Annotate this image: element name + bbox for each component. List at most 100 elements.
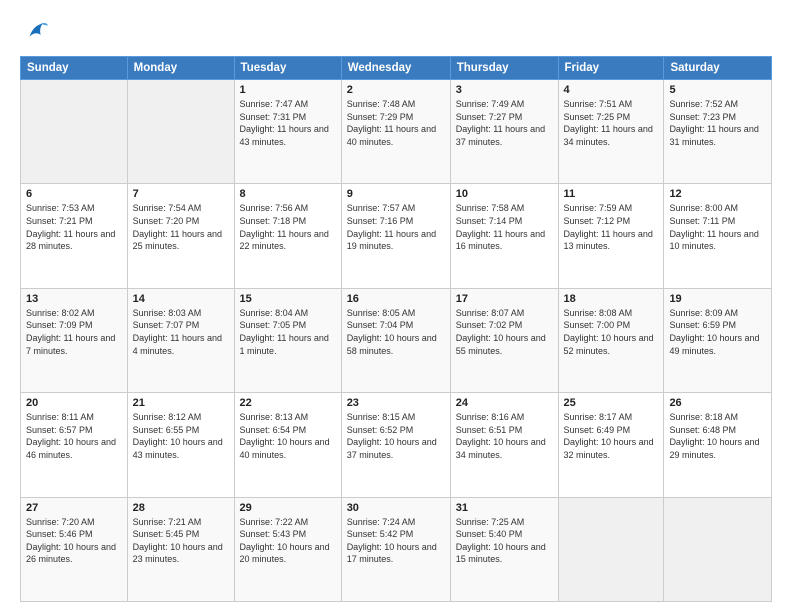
weekday-tuesday: Tuesday bbox=[234, 57, 341, 80]
calendar-cell: 24 Sunrise: 8:16 AMSunset: 6:51 PMDayligh… bbox=[450, 393, 558, 497]
calendar-cell: 21 Sunrise: 8:12 AMSunset: 6:55 PMDayligh… bbox=[127, 393, 234, 497]
calendar-cell: 15 Sunrise: 8:04 AMSunset: 7:05 PMDayligh… bbox=[234, 288, 341, 392]
day-number: 6 bbox=[26, 188, 122, 200]
calendar-cell: 10Sunrise: 7:58 AMSunset: 7:14 PMDayligh… bbox=[450, 184, 558, 288]
day-number: 16 bbox=[347, 293, 445, 305]
day-number: 30 bbox=[347, 502, 445, 514]
day-info: Sunrise: 7:53 AMSunset: 7:21 PMDaylight:… bbox=[26, 202, 122, 252]
calendar-cell: 25 Sunrise: 8:17 AMSunset: 6:49 PMDayligh… bbox=[558, 393, 664, 497]
day-number: 4 bbox=[564, 84, 659, 96]
weekday-monday: Monday bbox=[127, 57, 234, 80]
logo bbox=[20, 18, 50, 46]
day-number: 31 bbox=[456, 502, 553, 514]
day-info: Sunrise: 7:54 AMSunset: 7:20 PMDaylight:… bbox=[133, 202, 229, 252]
day-info: Sunrise: 8:12 AMSunset: 6:55 PMDaylight:… bbox=[133, 411, 229, 461]
calendar-cell bbox=[127, 80, 234, 184]
calendar-cell: 5 Sunrise: 7:52 AMSunset: 7:23 PMDaylight… bbox=[664, 80, 772, 184]
calendar-cell: 26 Sunrise: 8:18 AMSunset: 6:48 PMDayligh… bbox=[664, 393, 772, 497]
calendar-cell: 22 Sunrise: 8:13 AMSunset: 6:54 PMDayligh… bbox=[234, 393, 341, 497]
day-number: 18 bbox=[564, 293, 659, 305]
calendar-cell: 11Sunrise: 7:59 AMSunset: 7:12 PMDayligh… bbox=[558, 184, 664, 288]
day-info: Sunrise: 8:15 AMSunset: 6:52 PMDaylight:… bbox=[347, 411, 445, 461]
day-number: 22 bbox=[240, 397, 336, 409]
day-number: 28 bbox=[133, 502, 229, 514]
calendar-cell: 29Sunrise: 7:22 AMSunset: 5:43 PMDayligh… bbox=[234, 497, 341, 601]
week-row-2: 6 Sunrise: 7:53 AMSunset: 7:21 PMDaylight… bbox=[21, 184, 772, 288]
day-info: Sunrise: 8:02 AMSunset: 7:09 PMDaylight:… bbox=[26, 307, 122, 357]
day-info: Sunrise: 7:52 AMSunset: 7:23 PMDaylight:… bbox=[669, 98, 766, 148]
calendar-cell: 3 Sunrise: 7:49 AMSunset: 7:27 PMDaylight… bbox=[450, 80, 558, 184]
calendar-cell: 23 Sunrise: 8:15 AMSunset: 6:52 PMDayligh… bbox=[341, 393, 450, 497]
day-number: 2 bbox=[347, 84, 445, 96]
day-number: 25 bbox=[564, 397, 659, 409]
calendar-cell: 20 Sunrise: 8:11 AMSunset: 6:57 PMDayligh… bbox=[21, 393, 128, 497]
day-number: 13 bbox=[26, 293, 122, 305]
day-info: Sunrise: 8:13 AMSunset: 6:54 PMDaylight:… bbox=[240, 411, 336, 461]
day-info: Sunrise: 7:51 AMSunset: 7:25 PMDaylight:… bbox=[564, 98, 659, 148]
calendar-cell bbox=[664, 497, 772, 601]
day-number: 3 bbox=[456, 84, 553, 96]
week-row-3: 13 Sunrise: 8:02 AMSunset: 7:09 PMDayligh… bbox=[21, 288, 772, 392]
header bbox=[20, 18, 772, 46]
day-number: 11 bbox=[564, 188, 659, 200]
weekday-thursday: Thursday bbox=[450, 57, 558, 80]
day-info: Sunrise: 8:17 AMSunset: 6:49 PMDaylight:… bbox=[564, 411, 659, 461]
calendar-cell: 1 Sunrise: 7:47 AMSunset: 7:31 PMDaylight… bbox=[234, 80, 341, 184]
week-row-4: 20 Sunrise: 8:11 AMSunset: 6:57 PMDayligh… bbox=[21, 393, 772, 497]
day-info: Sunrise: 8:11 AMSunset: 6:57 PMDaylight:… bbox=[26, 411, 122, 461]
day-number: 12 bbox=[669, 188, 766, 200]
calendar-cell: 19Sunrise: 8:09 AMSunset: 6:59 PMDayligh… bbox=[664, 288, 772, 392]
day-info: Sunrise: 7:20 AMSunset: 5:46 PMDaylight:… bbox=[26, 516, 122, 566]
day-info: Sunrise: 8:04 AMSunset: 7:05 PMDaylight:… bbox=[240, 307, 336, 357]
day-info: Sunrise: 7:56 AMSunset: 7:18 PMDaylight:… bbox=[240, 202, 336, 252]
day-info: Sunrise: 7:25 AMSunset: 5:40 PMDaylight:… bbox=[456, 516, 553, 566]
day-info: Sunrise: 7:57 AMSunset: 7:16 PMDaylight:… bbox=[347, 202, 445, 252]
calendar-cell: 2Sunrise: 7:48 AMSunset: 7:29 PMDaylight… bbox=[341, 80, 450, 184]
day-number: 21 bbox=[133, 397, 229, 409]
calendar-cell bbox=[21, 80, 128, 184]
day-info: Sunrise: 8:05 AMSunset: 7:04 PMDaylight:… bbox=[347, 307, 445, 357]
week-row-5: 27 Sunrise: 7:20 AMSunset: 5:46 PMDayligh… bbox=[21, 497, 772, 601]
day-info: Sunrise: 8:08 AMSunset: 7:00 PMDaylight:… bbox=[564, 307, 659, 357]
page: SundayMondayTuesdayWednesdayThursdayFrid… bbox=[0, 0, 792, 612]
day-number: 27 bbox=[26, 502, 122, 514]
calendar-cell: 9 Sunrise: 7:57 AMSunset: 7:16 PMDaylight… bbox=[341, 184, 450, 288]
calendar-cell: 27 Sunrise: 7:20 AMSunset: 5:46 PMDayligh… bbox=[21, 497, 128, 601]
day-number: 5 bbox=[669, 84, 766, 96]
day-number: 20 bbox=[26, 397, 122, 409]
day-info: Sunrise: 7:47 AMSunset: 7:31 PMDaylight:… bbox=[240, 98, 336, 148]
day-info: Sunrise: 7:49 AMSunset: 7:27 PMDaylight:… bbox=[456, 98, 553, 148]
calendar-cell: 17Sunrise: 8:07 AMSunset: 7:02 PMDayligh… bbox=[450, 288, 558, 392]
day-info: Sunrise: 8:00 AMSunset: 7:11 PMDaylight:… bbox=[669, 202, 766, 252]
day-info: Sunrise: 8:18 AMSunset: 6:48 PMDaylight:… bbox=[669, 411, 766, 461]
calendar-cell: 28 Sunrise: 7:21 AMSunset: 5:45 PMDayligh… bbox=[127, 497, 234, 601]
day-number: 7 bbox=[133, 188, 229, 200]
calendar-table: SundayMondayTuesdayWednesdayThursdayFrid… bbox=[20, 56, 772, 602]
day-number: 14 bbox=[133, 293, 229, 305]
day-number: 23 bbox=[347, 397, 445, 409]
day-number: 24 bbox=[456, 397, 553, 409]
calendar-cell: 31 Sunrise: 7:25 AMSunset: 5:40 PMDayligh… bbox=[450, 497, 558, 601]
day-info: Sunrise: 8:09 AMSunset: 6:59 PMDaylight:… bbox=[669, 307, 766, 357]
weekday-wednesday: Wednesday bbox=[341, 57, 450, 80]
calendar-cell: 4 Sunrise: 7:51 AMSunset: 7:25 PMDaylight… bbox=[558, 80, 664, 184]
day-info: Sunrise: 8:16 AMSunset: 6:51 PMDaylight:… bbox=[456, 411, 553, 461]
day-info: Sunrise: 7:22 AMSunset: 5:43 PMDaylight:… bbox=[240, 516, 336, 566]
day-number: 1 bbox=[240, 84, 336, 96]
calendar-cell: 30Sunrise: 7:24 AMSunset: 5:42 PMDayligh… bbox=[341, 497, 450, 601]
calendar-cell: 18 Sunrise: 8:08 AMSunset: 7:00 PMDayligh… bbox=[558, 288, 664, 392]
day-number: 15 bbox=[240, 293, 336, 305]
day-number: 9 bbox=[347, 188, 445, 200]
calendar-cell: 12 Sunrise: 8:00 AMSunset: 7:11 PMDayligh… bbox=[664, 184, 772, 288]
day-info: Sunrise: 7:21 AMSunset: 5:45 PMDaylight:… bbox=[133, 516, 229, 566]
weekday-friday: Friday bbox=[558, 57, 664, 80]
day-number: 10 bbox=[456, 188, 553, 200]
calendar-cell: 16 Sunrise: 8:05 AMSunset: 7:04 PMDayligh… bbox=[341, 288, 450, 392]
calendar-cell bbox=[558, 497, 664, 601]
day-number: 26 bbox=[669, 397, 766, 409]
calendar-cell: 8Sunrise: 7:56 AMSunset: 7:18 PMDaylight… bbox=[234, 184, 341, 288]
calendar-cell: 13 Sunrise: 8:02 AMSunset: 7:09 PMDayligh… bbox=[21, 288, 128, 392]
calendar-cell: 6 Sunrise: 7:53 AMSunset: 7:21 PMDaylight… bbox=[21, 184, 128, 288]
weekday-saturday: Saturday bbox=[664, 57, 772, 80]
day-number: 17 bbox=[456, 293, 553, 305]
